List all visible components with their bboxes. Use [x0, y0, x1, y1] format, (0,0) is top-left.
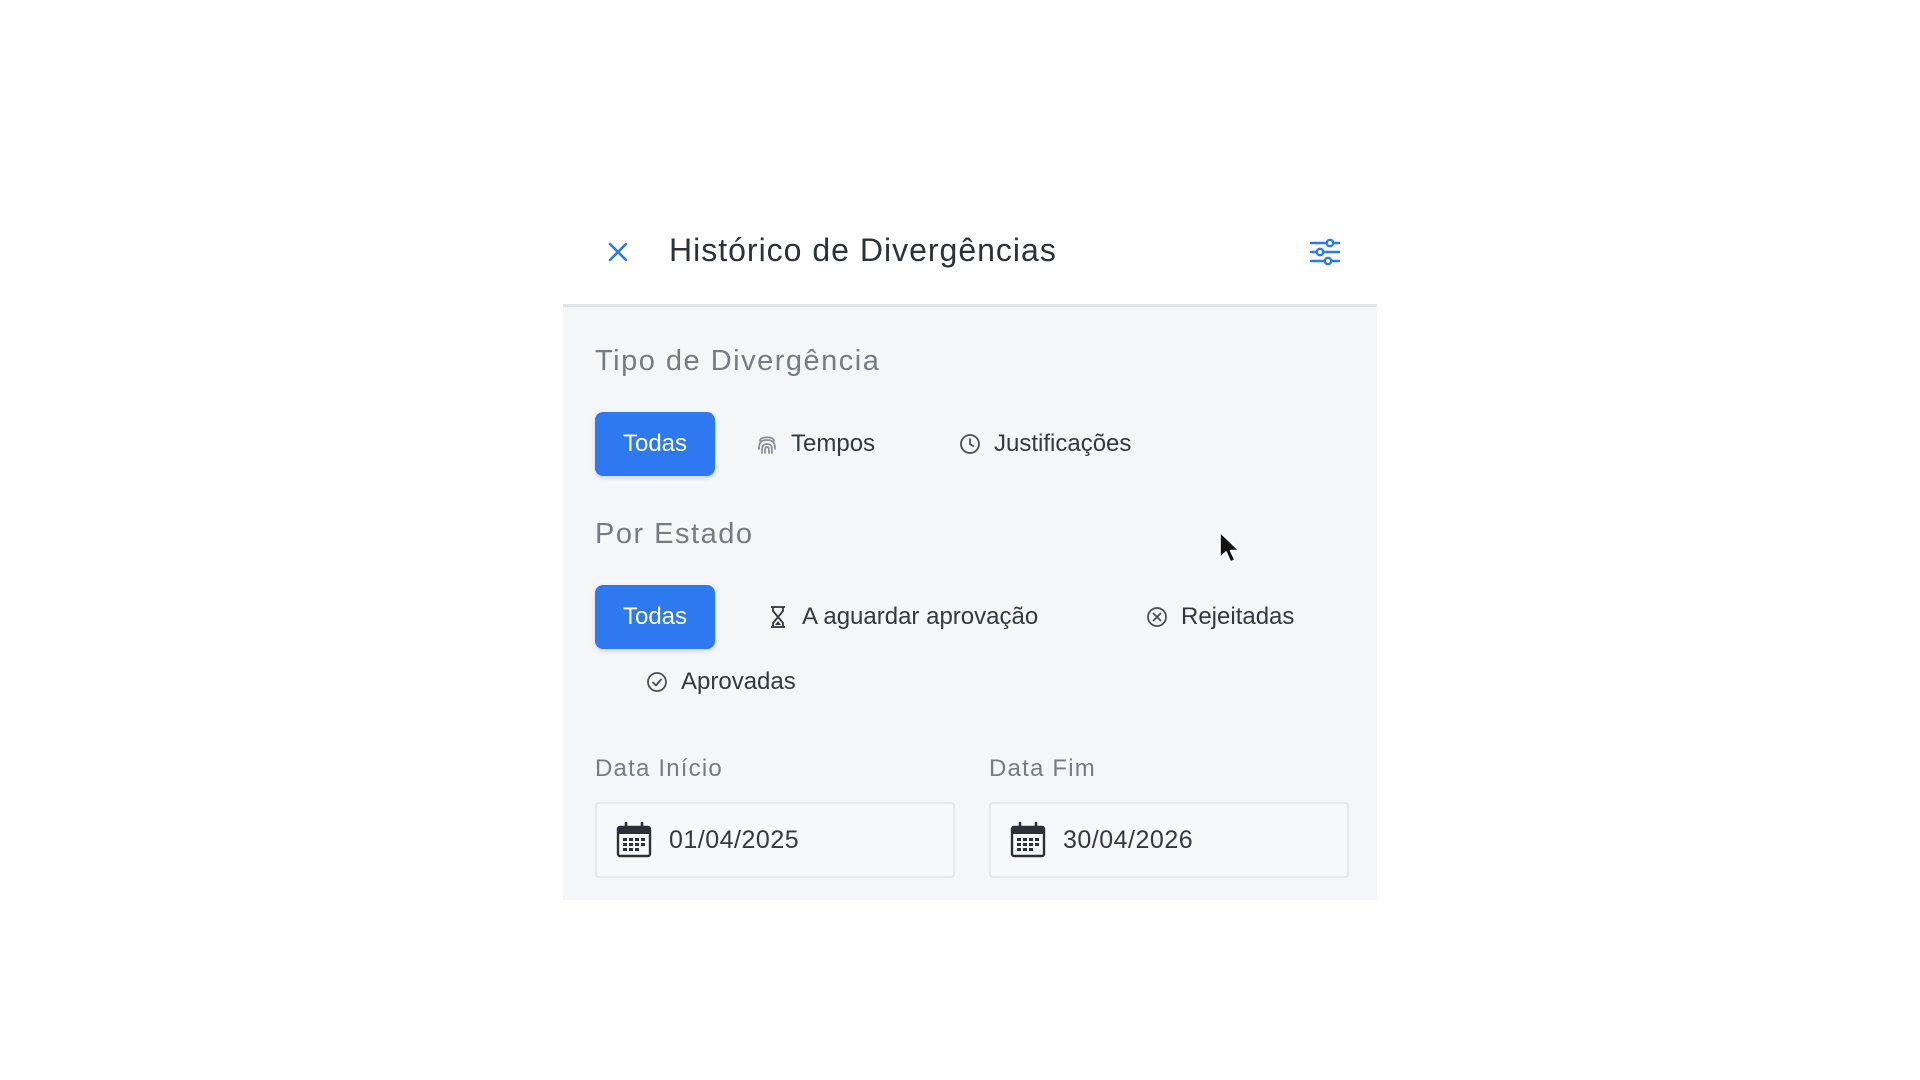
type-section-title: Tipo de Divergência: [595, 345, 881, 377]
sliders-icon: [1309, 238, 1341, 266]
chip-label: Justificações: [994, 430, 1132, 457]
state-section-title: Por Estado: [595, 518, 754, 550]
end-date-label: Data Fim: [989, 755, 1096, 782]
start-date-field[interactable]: 01/04/2025: [595, 802, 955, 878]
type-chip-times[interactable]: Tempos: [755, 412, 875, 476]
state-chip-rejected[interactable]: Rejeitadas: [1145, 585, 1294, 649]
hourglass-icon: [766, 605, 790, 629]
state-chip-all[interactable]: Todas: [595, 585, 715, 649]
state-chip-approved[interactable]: Aprovadas: [645, 650, 796, 714]
end-date-value: 30/04/2026: [1063, 825, 1194, 854]
chip-label: Todas: [622, 603, 688, 630]
mouse-pointer-icon: [1219, 531, 1240, 563]
calendar-icon: [616, 821, 652, 858]
start-date-label: Data Início: [595, 755, 723, 782]
close-icon: [608, 242, 628, 262]
chip-label: Aprovadas: [681, 668, 796, 695]
calendar-icon: [1010, 821, 1046, 858]
chip-label: A aguardar aprovação: [802, 603, 1039, 630]
clock-icon: [958, 432, 982, 456]
fingerprint-icon: [755, 432, 779, 456]
filter-body: Tipo de Divergência Todas Tempos Justifi…: [563, 307, 1377, 900]
check-circle-icon: [645, 670, 669, 694]
page-title: Histórico de Divergências: [669, 232, 1057, 268]
chip-label: Tempos: [791, 430, 876, 457]
close-button[interactable]: [598, 232, 638, 272]
filter-settings-button[interactable]: [1303, 230, 1347, 274]
type-chip-justifications[interactable]: Justificações: [958, 412, 1131, 476]
x-circle-icon: [1145, 605, 1169, 629]
state-chip-pending[interactable]: A aguardar aprovação: [766, 585, 1038, 649]
type-chip-all[interactable]: Todas: [595, 412, 715, 476]
chip-label: Todas: [622, 430, 688, 457]
chip-label: Rejeitadas: [1181, 603, 1295, 630]
panel-header: Histórico de Divergências: [563, 212, 1377, 307]
end-date-field[interactable]: 30/04/2026: [989, 802, 1349, 878]
start-date-value: 01/04/2025: [669, 825, 800, 854]
divergence-history-panel: Histórico de Divergências Tipo de Diverg…: [563, 212, 1377, 900]
